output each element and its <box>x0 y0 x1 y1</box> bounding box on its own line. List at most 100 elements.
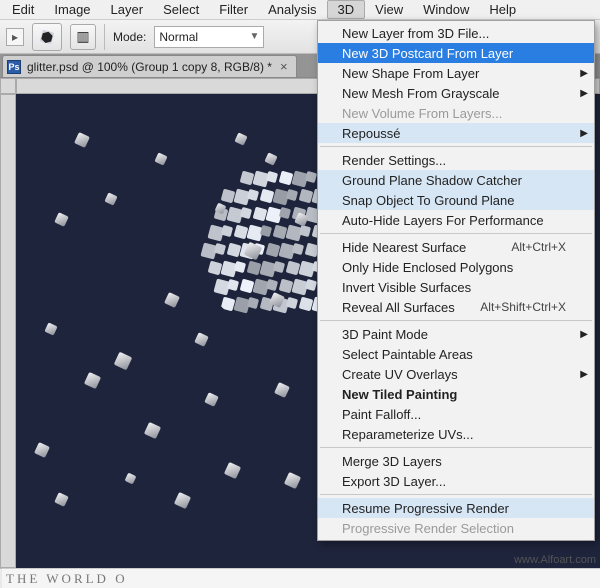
blend-mode-value: Normal <box>159 30 198 44</box>
menu-item[interactable]: Create UV Overlays ▶ <box>318 364 594 384</box>
menu-3d[interactable]: 3D <box>327 0 366 19</box>
menu-image[interactable]: Image <box>44 1 100 18</box>
glitter-particle <box>286 189 298 201</box>
glitter-particle <box>299 225 311 237</box>
menu-filter[interactable]: Filter <box>209 1 258 18</box>
panel-toggle-icon[interactable]: ▸ <box>6 28 24 46</box>
menu-item[interactable]: Reparameterize UVs... <box>318 424 594 444</box>
menu-divider <box>320 320 592 321</box>
menu-item[interactable]: Invert Visible Surfaces <box>318 277 594 297</box>
document-tab[interactable]: Ps glitter.psd @ 100% (Group 1 copy 8, R… <box>2 55 297 77</box>
menu-item[interactable]: New Layer from 3D File... <box>318 23 594 43</box>
menu-layer[interactable]: Layer <box>101 1 154 18</box>
menu-item[interactable]: New Tiled Painting <box>318 384 594 404</box>
menu-item[interactable]: Select Paintable Areas <box>318 344 594 364</box>
menu-item-label: Snap Object To Ground Plane <box>342 193 515 208</box>
brush-preset-picker[interactable]: ⬢ 14 <box>32 23 62 51</box>
glitter-particle <box>284 472 301 489</box>
menu-item[interactable]: Paint Falloff... <box>318 404 594 424</box>
main-menubar: EditImageLayerSelectFilterAnalysis3DView… <box>0 0 600 20</box>
menu-view[interactable]: View <box>365 1 413 18</box>
menu-item[interactable]: Auto-Hide Layers For Performance <box>318 210 594 230</box>
glitter-particle <box>54 492 69 507</box>
blend-mode-select[interactable]: Normal ▼ <box>154 26 264 48</box>
menu-item-label: Create UV Overlays <box>342 367 458 382</box>
menu-item-label: 3D Paint Mode <box>342 327 428 342</box>
glitter-particle <box>260 225 272 237</box>
close-icon[interactable]: × <box>278 59 290 74</box>
photoshop-file-icon: Ps <box>7 60 21 74</box>
watermark: www.Alfoart.com <box>514 554 596 566</box>
glitter-particle <box>34 442 50 458</box>
blend-mode-label: Mode: <box>113 30 146 44</box>
chevron-right-icon: ▶ <box>580 329 588 340</box>
glitter-particle <box>154 152 167 165</box>
menu-item: New Volume From Layers... <box>318 103 594 123</box>
menu-item-shortcut: Alt+Shift+Ctrl+X <box>480 300 566 314</box>
chevron-right-icon: ▶ <box>580 369 588 380</box>
tool-preset-picker[interactable]: ▥ <box>70 24 96 50</box>
menu-item-label: Ground Plane Shadow Catcher <box>342 173 522 188</box>
glitter-particle <box>305 171 317 183</box>
glitter-particle <box>305 279 317 291</box>
menu-3d-dropdown: New Layer from 3D File...New 3D Postcard… <box>317 20 595 541</box>
menu-item-label: Auto-Hide Layers For Performance <box>342 213 544 228</box>
chevron-right-icon: ▶ <box>580 128 588 139</box>
glitter-particle <box>114 352 133 371</box>
menu-item-shortcut: Alt+Ctrl+X <box>511 240 566 254</box>
menu-item[interactable]: 3D Paint Mode ▶ <box>318 324 594 344</box>
glitter-particle <box>214 243 226 255</box>
menu-item[interactable]: New 3D Postcard From Layer <box>318 43 594 63</box>
menu-analysis[interactable]: Analysis <box>258 1 326 18</box>
glitter-particle <box>247 189 259 201</box>
glitter-particle <box>247 297 259 309</box>
menu-item: Progressive Render Selection <box>318 518 594 538</box>
menu-item[interactable]: Only Hide Enclosed Polygons <box>318 257 594 277</box>
menu-item[interactable]: Merge 3D Layers <box>318 451 594 471</box>
menu-item-label: New Shape From Layer <box>342 66 479 81</box>
menu-item-label: Repoussé <box>342 126 401 141</box>
cropped-heading: THE WORLD O <box>2 568 600 588</box>
menu-item[interactable]: New Shape From Layer ▶ <box>318 63 594 83</box>
menu-item[interactable]: Repoussé ▶ <box>318 123 594 143</box>
menu-divider <box>320 494 592 495</box>
menu-edit[interactable]: Edit <box>2 1 44 18</box>
glitter-particle <box>194 332 209 347</box>
menu-item-label: Merge 3D Layers <box>342 454 442 469</box>
menu-item-label: Progressive Render Selection <box>342 521 514 536</box>
glitter-particle <box>234 261 246 273</box>
glitter-particle <box>74 132 90 148</box>
menu-item-label: Reveal All Surfaces <box>342 300 455 315</box>
glitter-particle <box>274 382 290 398</box>
glitter-particle <box>44 322 57 335</box>
menu-select[interactable]: Select <box>153 1 209 18</box>
glitter-particle <box>174 492 191 509</box>
menu-item[interactable]: Hide Nearest SurfaceAlt+Ctrl+X <box>318 237 594 257</box>
menu-item[interactable]: Snap Object To Ground Plane <box>318 190 594 210</box>
chevron-down-icon: ▼ <box>249 31 259 42</box>
menu-item-label: New Tiled Painting <box>342 387 457 402</box>
glitter-particle <box>279 207 291 219</box>
glitter-particle <box>144 422 161 439</box>
menu-item[interactable]: Export 3D Layer... <box>318 471 594 491</box>
glitter-particle <box>224 462 241 479</box>
separator <box>104 24 105 50</box>
glitter-particle <box>240 207 252 219</box>
glitter-particle <box>164 292 180 308</box>
glitter-particle <box>125 473 137 485</box>
menu-help[interactable]: Help <box>479 1 526 18</box>
glitter-particle <box>84 372 101 389</box>
glitter-particle <box>227 279 239 291</box>
menu-item[interactable]: New Mesh From Grayscale▶ <box>318 83 594 103</box>
menu-item-label: Paint Falloff... <box>342 407 421 422</box>
menu-item[interactable]: Resume Progressive Render <box>318 498 594 518</box>
menu-window[interactable]: Window <box>413 1 479 18</box>
menu-item[interactable]: Ground Plane Shadow Catcher <box>318 170 594 190</box>
chevron-right-icon: ▶ <box>580 68 588 79</box>
menu-item[interactable]: Render Settings... <box>318 150 594 170</box>
glitter-particle <box>204 392 219 407</box>
brush-panel-icon: ▥ <box>76 28 89 45</box>
menu-item[interactable]: Reveal All Surfaces Alt+Shift+Ctrl+X <box>318 297 594 317</box>
glitter-particle <box>54 212 69 227</box>
ruler-corner <box>0 78 16 94</box>
